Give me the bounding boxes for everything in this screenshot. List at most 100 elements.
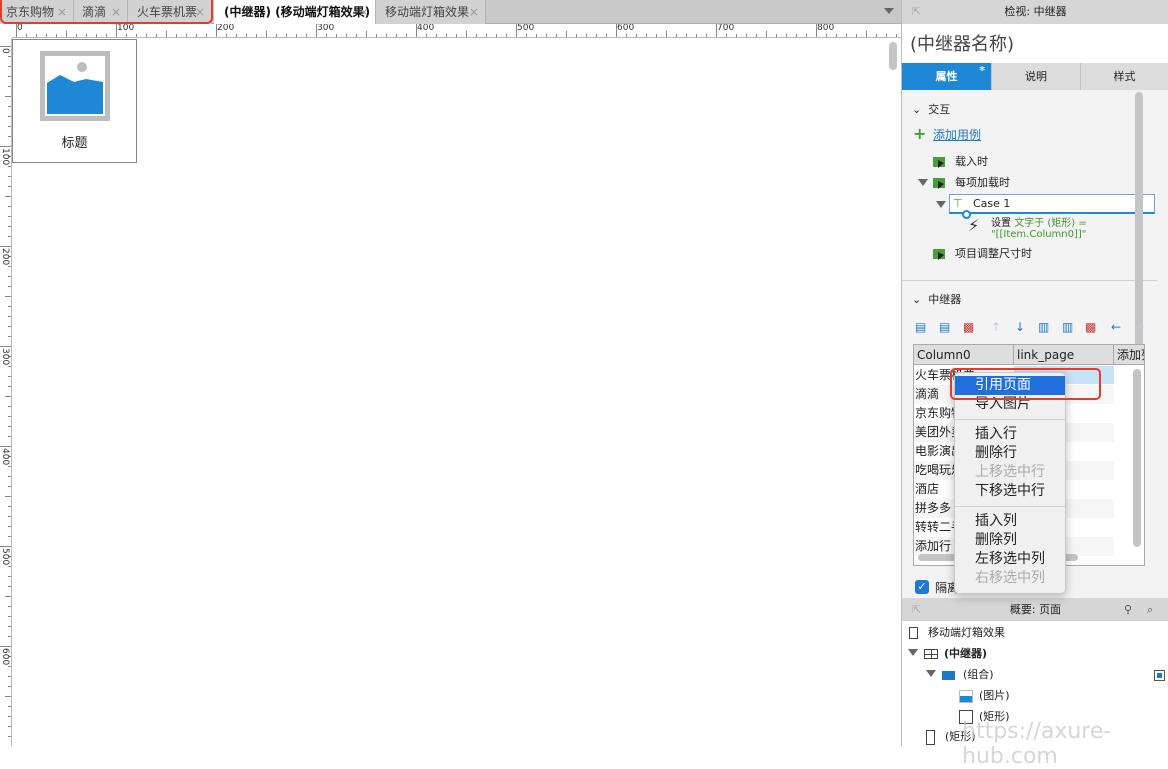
tab-style[interactable]: 样式	[1081, 63, 1168, 90]
ruler-left: 0 100 200 300 400 500 600	[0, 38, 12, 746]
action-set-text[interactable]: 设置 文字于 (矩形) = "[[Item.Column0]]"	[991, 218, 1087, 240]
event-label: 项目调整尺寸时	[955, 247, 1032, 260]
outline-item-page[interactable]: 移动端灯箱效果	[909, 624, 1005, 640]
selection-indicator[interactable]	[1154, 670, 1165, 681]
ruler-tick	[8, 226, 11, 227]
tab-overflow-icon[interactable]	[884, 8, 894, 14]
ruler-tick	[8, 306, 11, 307]
tab-properties[interactable]: 属性 *	[902, 63, 992, 90]
ruler-tick	[106, 34, 107, 37]
ruler-tick	[8, 216, 11, 217]
column-header[interactable]: link_page	[1014, 345, 1114, 365]
event-item-loaded[interactable]: 每项加载时	[933, 174, 1010, 190]
event-icon	[933, 157, 945, 168]
ruler-tick	[8, 136, 11, 137]
collapse-icon[interactable]: ⇱	[912, 598, 921, 621]
column-header[interactable]: Column0	[914, 345, 1014, 365]
ruler-tick	[896, 34, 897, 37]
menu-item[interactable]: 插入行	[955, 425, 1065, 444]
filter-icon[interactable]: ⚲	[1124, 598, 1132, 621]
ruler-tick	[5, 496, 11, 497]
ruler-tick	[376, 34, 377, 37]
collapse-icon[interactable]: ⇱	[912, 0, 921, 24]
add-column-right-icon[interactable]: ▥	[1062, 320, 1073, 334]
tab-label: (中继器) (移动端灯箱效果)	[224, 5, 371, 19]
add-case-link[interactable]: 添加用例	[933, 126, 981, 143]
move-up-icon[interactable]: ↑	[991, 320, 1001, 334]
delete-row-icon[interactable]: ▩	[963, 320, 974, 334]
move-right-icon[interactable]: →	[1134, 320, 1144, 334]
ruler-tick	[8, 506, 11, 507]
ruler-tick	[466, 31, 467, 37]
expand-triangle-icon[interactable]	[908, 649, 918, 656]
tab-repeater[interactable]: (中继器) (移动端灯箱效果) ×	[214, 0, 376, 24]
ruler-tick	[296, 34, 297, 37]
close-icon[interactable]: ×	[469, 0, 479, 24]
ruler-tick	[446, 34, 447, 37]
case-1[interactable]: ⊤ Case 1	[949, 194, 1155, 214]
ruler-tick	[426, 34, 427, 37]
menu-item[interactable]: 删除行	[955, 444, 1065, 463]
outline-item-image[interactable]: (图片)	[959, 687, 1010, 703]
ruler-tick	[8, 176, 11, 177]
ruler-tick	[0, 446, 11, 447]
move-down-icon[interactable]: ↓	[1015, 320, 1025, 334]
ruler-tick	[826, 34, 827, 37]
ruler-tick	[8, 706, 11, 707]
ruler-tick	[756, 34, 757, 37]
ruler-tick	[506, 34, 507, 37]
outline-item-repeater[interactable]: (中继器)	[924, 645, 987, 661]
event-on-load[interactable]: 载入时	[933, 153, 988, 169]
ruler-tick	[8, 476, 11, 477]
tab-label: 移动端灯箱效果	[385, 5, 470, 19]
ruler-tick	[256, 34, 257, 37]
menu-item[interactable]: 左移选中列	[955, 550, 1065, 569]
ruler-tick	[8, 366, 11, 367]
expand-triangle-icon[interactable]	[926, 670, 936, 677]
canvas-scrollbar[interactable]	[889, 42, 897, 70]
tab-notes[interactable]: 说明	[992, 63, 1081, 90]
outline-label: (中继器)	[944, 647, 988, 660]
add-row-below-icon[interactable]: ▤	[939, 320, 950, 334]
menu-item[interactable]: 插入列	[955, 512, 1065, 531]
add-row-above-icon[interactable]: ▤	[915, 320, 926, 334]
canvas[interactable]	[13, 39, 891, 746]
ruler-tick	[8, 736, 11, 737]
ruler-tick	[176, 34, 177, 37]
ruler-label: 400	[417, 24, 435, 33]
expand-triangle-icon[interactable]	[918, 179, 928, 186]
ruler-tick	[476, 34, 477, 37]
outline-title: 概要: 页面	[1009, 603, 1062, 616]
ruler-tick	[8, 286, 11, 287]
table-vscrollbar[interactable]	[1133, 369, 1141, 547]
menu-item[interactable]: 下移选中行	[955, 482, 1065, 501]
tab-lightbox[interactable]: 移动端灯箱效果 ×	[376, 0, 486, 24]
move-left-icon[interactable]: ←	[1111, 320, 1121, 334]
ruler-tick	[8, 66, 11, 67]
outline-item-group[interactable]: (组合)	[942, 666, 994, 682]
interaction-section-header[interactable]: ⌄ 交互	[912, 101, 950, 117]
highlight-box	[0, 0, 213, 24]
ruler-tick	[326, 34, 327, 37]
ruler-tick	[8, 626, 11, 627]
search-icon[interactable]: ⌕	[1147, 598, 1153, 621]
delete-column-icon[interactable]: ▩	[1085, 320, 1096, 334]
close-icon[interactable]: ×	[359, 0, 369, 24]
plus-icon[interactable]: +	[913, 124, 926, 143]
widget-name-input[interactable]: (中继器名称)	[902, 24, 1168, 63]
expand-triangle-icon[interactable]	[936, 201, 946, 208]
repeater-section-header[interactable]: ⌄ 中继器	[912, 291, 961, 307]
ruler-tick	[8, 186, 11, 187]
ruler-tick	[8, 566, 11, 567]
event-item-resize[interactable]: 项目调整尺寸时	[933, 245, 1032, 261]
add-column-header[interactable]: 添加列	[1114, 345, 1144, 365]
image-icon	[959, 689, 973, 703]
ruler-tick	[866, 31, 867, 37]
menu-item[interactable]: 删除列	[955, 531, 1065, 550]
add-column-left-icon[interactable]: ▥	[1038, 320, 1049, 334]
widget-title: 标题	[61, 136, 88, 151]
ruler-tick	[686, 34, 687, 37]
repeater-item-widget[interactable]: 标题	[12, 39, 137, 163]
ruler-tick	[736, 34, 737, 37]
isolate-checkbox[interactable]: ✓	[915, 580, 929, 594]
